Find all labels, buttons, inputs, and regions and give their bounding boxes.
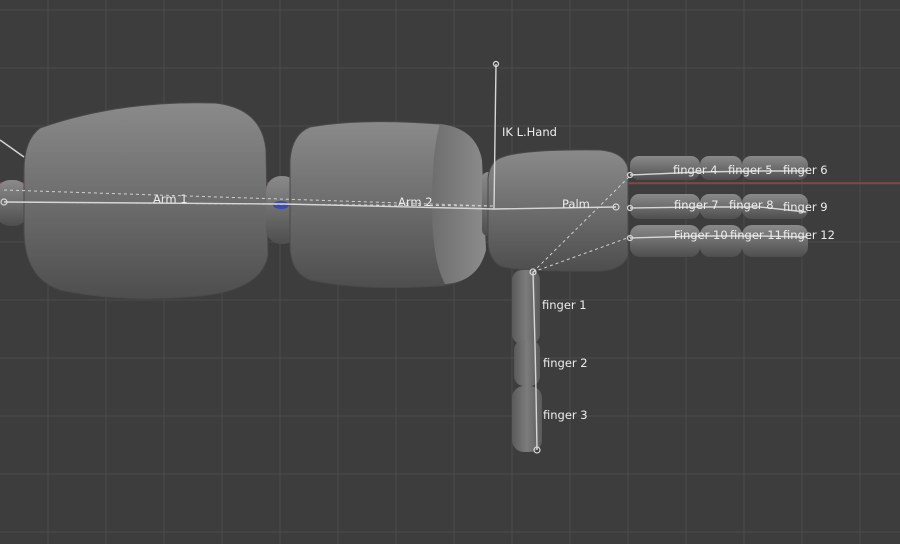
bone-label-finger-9: finger 9 xyxy=(783,200,828,214)
bone-label-finger-10: Finger 10 xyxy=(674,228,728,242)
bone-label-finger-8: finger 8 xyxy=(729,198,774,212)
viewport-canvas[interactable]: Arm 1 Arm 2 IK L.Hand Palm finger 1 fing… xyxy=(0,0,900,544)
bone-label-finger-2: finger 2 xyxy=(543,356,588,370)
upper-arm-mesh xyxy=(23,102,269,299)
thumb-mesh xyxy=(512,270,542,452)
bone-label-finger-7: finger 7 xyxy=(674,198,719,212)
bone-label-palm: Palm xyxy=(562,197,590,211)
bone-label-finger-1: finger 1 xyxy=(542,298,587,312)
bone-label-finger-12: finger 12 xyxy=(783,228,835,242)
elbow-joint-marker xyxy=(273,201,289,209)
finger-row-mesh-top xyxy=(630,156,808,180)
3d-viewport[interactable]: Arm 1 Arm 2 IK L.Hand Palm finger 1 fing… xyxy=(0,0,900,544)
bone-label-ik-l-hand: IK L.Hand xyxy=(502,125,557,139)
bone-label-finger-6: finger 6 xyxy=(783,163,828,177)
bone-label-arm-2: Arm 2 xyxy=(398,195,433,209)
bone-label-finger-4: finger 4 xyxy=(673,163,718,177)
bone-label-arm-1: Arm 1 xyxy=(153,192,188,206)
palm-mesh xyxy=(487,149,629,272)
bone-label-finger-5: finger 5 xyxy=(728,163,773,177)
bone-label-finger-3: finger 3 xyxy=(543,408,588,422)
bone-label-finger-11: finger 11 xyxy=(730,228,782,242)
forearm-cap-mesh xyxy=(432,124,486,284)
